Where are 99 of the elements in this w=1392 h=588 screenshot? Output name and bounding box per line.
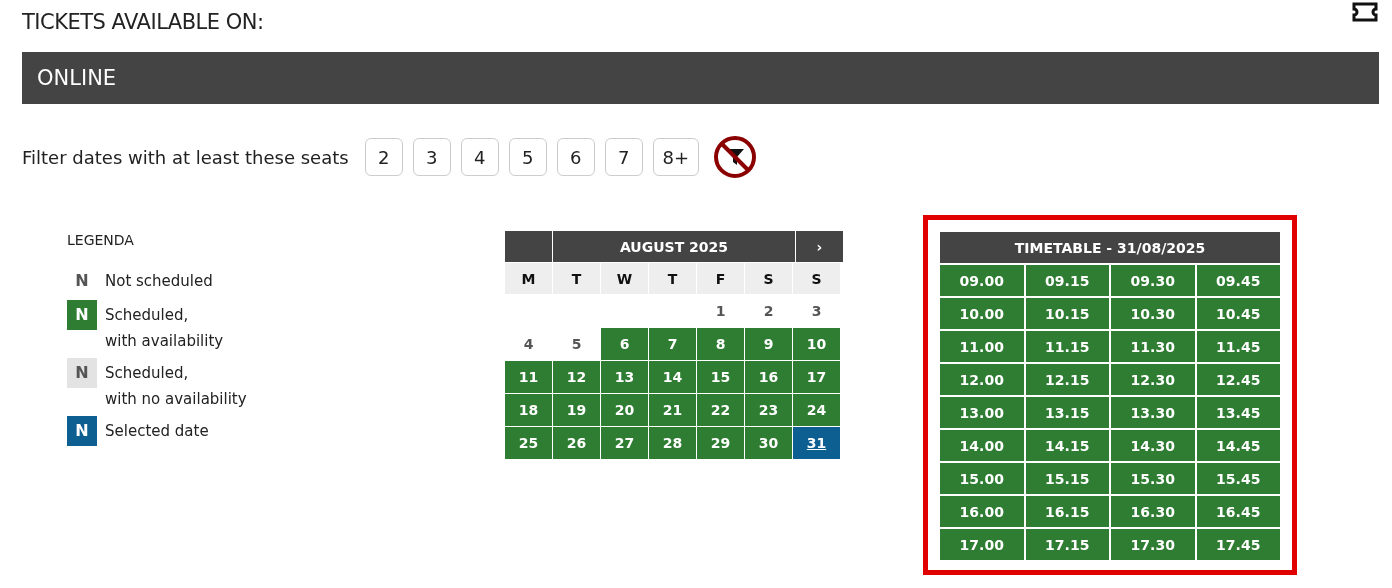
weekday-header: W: [601, 263, 648, 294]
time-slot-button[interactable]: 14.45: [1196, 430, 1280, 461]
time-slot-button[interactable]: 09.45: [1196, 265, 1280, 296]
time-slot-button[interactable]: 11.00: [940, 331, 1024, 362]
time-slot-button[interactable]: 15.45: [1196, 463, 1280, 494]
calendar-day[interactable]: 28: [649, 427, 696, 459]
calendar-day[interactable]: 26: [553, 427, 600, 459]
time-slot-button[interactable]: 09.00: [940, 265, 1024, 296]
calendar-day: 2: [745, 295, 792, 327]
time-slot-button[interactable]: 11.15: [1025, 331, 1109, 362]
weekday-header: F: [697, 263, 744, 294]
calendar-day[interactable]: 29: [697, 427, 744, 459]
calendar-day[interactable]: 10: [793, 328, 840, 360]
legend-swatch: N: [67, 300, 97, 330]
calendar-day[interactable]: 17: [793, 361, 840, 393]
timetable-title: TIMETABLE - 31/08/2025: [940, 232, 1280, 263]
seat-count-button[interactable]: 3: [412, 138, 451, 176]
time-slot-button[interactable]: 17.15: [1025, 529, 1109, 560]
seat-count-button[interactable]: 6: [556, 138, 595, 176]
calendar-day[interactable]: 18: [505, 394, 552, 426]
time-slot-button[interactable]: 13.30: [1111, 397, 1195, 428]
channel-bar: ONLINE: [22, 52, 1379, 104]
calendar-day: 5: [553, 328, 600, 360]
calendar-day[interactable]: 12: [553, 361, 600, 393]
time-slot-button[interactable]: 12.45: [1196, 364, 1280, 395]
time-slot-button[interactable]: 12.00: [940, 364, 1024, 395]
calendar-day[interactable]: 9: [745, 328, 792, 360]
calendar-day[interactable]: 30: [745, 427, 792, 459]
calendar-day: 1: [697, 295, 744, 327]
month-title: AUGUST 2025: [553, 231, 795, 262]
legend-swatch: N: [67, 358, 97, 388]
time-slot-button[interactable]: 14.00: [940, 430, 1024, 461]
weekday-header: T: [553, 263, 600, 294]
weekday-header: M: [505, 263, 552, 294]
calendar-day[interactable]: 24: [793, 394, 840, 426]
calendar-day[interactable]: 7: [649, 328, 696, 360]
calendar-day[interactable]: 22: [697, 394, 744, 426]
legend-label: Scheduled, with availability: [105, 305, 224, 352]
calendar-header-blank: [505, 231, 552, 262]
calendar-day[interactable]: 14: [649, 361, 696, 393]
time-slot-button[interactable]: 10.15: [1025, 298, 1109, 329]
calendar-day[interactable]: 20: [601, 394, 648, 426]
clear-filter-icon[interactable]: [713, 135, 758, 179]
time-slot-button[interactable]: 15.15: [1025, 463, 1109, 494]
time-slot-button[interactable]: 13.15: [1025, 397, 1109, 428]
legend-label: Not scheduled: [105, 271, 213, 292]
calendar-day[interactable]: 15: [697, 361, 744, 393]
legend-label: Selected date: [105, 421, 209, 442]
time-slot-button[interactable]: 17.30: [1111, 529, 1195, 560]
calendar-day[interactable]: 21: [649, 394, 696, 426]
time-slot-button[interactable]: 16.00: [940, 496, 1024, 527]
calendar-day[interactable]: 8: [697, 328, 744, 360]
legend-swatch: N: [67, 416, 97, 446]
time-slot-button[interactable]: 10.30: [1111, 298, 1195, 329]
seat-count-button[interactable]: 5: [508, 138, 547, 176]
calendar-day[interactable]: 19: [553, 394, 600, 426]
calendar-day[interactable]: 13: [601, 361, 648, 393]
time-slot-button[interactable]: 09.15: [1025, 265, 1109, 296]
time-slot-button[interactable]: 11.45: [1196, 331, 1280, 362]
seat-count-button[interactable]: 8+: [652, 138, 700, 176]
time-slot-button[interactable]: 11.30: [1111, 331, 1195, 362]
time-slot-button[interactable]: 16.45: [1196, 496, 1280, 527]
legend-title: LEGENDA: [67, 232, 135, 248]
weekday-header: S: [745, 263, 792, 294]
calendar-day[interactable]: 23: [745, 394, 792, 426]
seat-count-button[interactable]: 4: [460, 138, 499, 176]
time-slot-button[interactable]: 14.15: [1025, 430, 1109, 461]
weekday-header: T: [649, 263, 696, 294]
time-slot-button[interactable]: 10.45: [1196, 298, 1280, 329]
calendar-day: 4: [505, 328, 552, 360]
page-title: TICKETS AVAILABLE ON:: [22, 10, 264, 34]
time-slot-button[interactable]: 12.15: [1025, 364, 1109, 395]
time-slot-button[interactable]: 10.00: [940, 298, 1024, 329]
seat-count-button[interactable]: 7: [604, 138, 643, 176]
time-slot-button[interactable]: 12.30: [1111, 364, 1195, 395]
time-slot-button[interactable]: 16.15: [1025, 496, 1109, 527]
time-slot-button[interactable]: 14.30: [1111, 430, 1195, 461]
time-slot-button[interactable]: 15.30: [1111, 463, 1195, 494]
calendar-day[interactable]: 31: [793, 427, 840, 459]
calendar-day[interactable]: 11: [505, 361, 552, 393]
calendar-day[interactable]: 25: [505, 427, 552, 459]
time-slot-button[interactable]: 13.00: [940, 397, 1024, 428]
legend-swatch: N: [67, 266, 97, 296]
weekday-header: S: [793, 263, 840, 294]
time-slot-button[interactable]: 15.00: [940, 463, 1024, 494]
legend-label: Scheduled, with no availability: [105, 363, 247, 410]
calendar-day: 3: [793, 295, 840, 327]
time-slot-button[interactable]: 17.45: [1196, 529, 1280, 560]
time-slot-button[interactable]: 16.30: [1111, 496, 1195, 527]
calendar-day[interactable]: 16: [745, 361, 792, 393]
seat-count-button[interactable]: 2: [364, 138, 403, 176]
time-slot-button[interactable]: 09.30: [1111, 265, 1195, 296]
calendar-day[interactable]: 6: [601, 328, 648, 360]
calendar-day[interactable]: 27: [601, 427, 648, 459]
ticket-icon[interactable]: [1351, 2, 1379, 22]
time-slot-button[interactable]: 17.00: [940, 529, 1024, 560]
time-slot-button[interactable]: 13.45: [1196, 397, 1280, 428]
next-month-button[interactable]: ›: [796, 231, 843, 262]
filter-label: Filter dates with at least these seats: [22, 146, 349, 168]
